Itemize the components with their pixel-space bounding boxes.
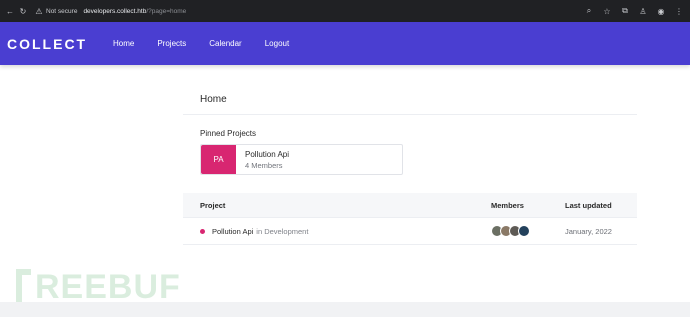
profile-icon[interactable]: ♙ (638, 6, 648, 16)
nav-logout[interactable]: Logout (265, 39, 289, 48)
back-arrow-icon[interactable]: ← (5, 6, 15, 16)
pinned-project-name: Pollution Api (245, 149, 290, 159)
nav-links: Home Projects Calendar Logout (113, 39, 312, 48)
row-members-cell (491, 225, 563, 237)
nav-projects[interactable]: Projects (157, 39, 186, 48)
status-dot (200, 228, 205, 234)
nav-home[interactable]: Home (113, 39, 134, 48)
page-title: Home (200, 94, 227, 105)
security-label: Not secure (46, 7, 78, 15)
header-project: Project (200, 200, 226, 210)
row-project-status: in Development (256, 227, 308, 236)
row-last-updated: January, 2022 (565, 226, 612, 236)
member-avatar[interactable] (518, 225, 530, 237)
zoom-icon[interactable]: ⌕ (584, 6, 594, 16)
pinned-projects-heading: Pinned Projects (200, 129, 257, 138)
nav-calendar[interactable]: Calendar (209, 39, 241, 48)
row-project-name[interactable]: Pollution Api (212, 227, 253, 236)
row-project-cell: Pollution Api in Development (200, 227, 491, 236)
pinned-project-members: 4 Members (245, 160, 283, 170)
top-navbar: COLLECT Home Projects Calendar Logout (0, 22, 690, 65)
header-last-updated: Last updated (565, 200, 612, 210)
header-members: Members (491, 200, 524, 210)
url-domain: developers.collect.htb (83, 7, 147, 15)
url-path: /?page=home (146, 7, 187, 15)
status-value: Development (264, 226, 309, 236)
warning-icon: ⚠ (35, 6, 43, 16)
watermark-mark (16, 268, 31, 307)
account-icon[interactable]: ◉ (656, 6, 666, 16)
menu-icon[interactable]: ⋮ (674, 6, 684, 16)
pinned-project-card[interactable]: PA Pollution Api 4 Members (200, 144, 403, 175)
address-bar[interactable]: ⚠ Not secure developers.collect.htb/?pag… (34, 6, 186, 16)
footer-strip (0, 302, 690, 317)
title-divider (183, 114, 637, 115)
main-content: Home Pinned Projects PA Pollution Api 4 … (183, 65, 637, 245)
extensions-icon[interactable]: ⧉ (620, 6, 630, 16)
reload-icon[interactable]: ↻ (18, 6, 28, 16)
projects-table: Project Members Last updated Pollution A… (183, 193, 637, 245)
status-prefix: in (256, 226, 263, 236)
star-icon[interactable]: ☆ (602, 6, 612, 16)
table-header: Project Members Last updated (183, 193, 637, 218)
table-row[interactable]: Pollution Api in Development January, 20… (183, 218, 637, 245)
brand-logo[interactable]: COLLECT (7, 36, 113, 52)
browser-toolbar: ← ↻ ⚠ Not secure developers.collect.htb /… (0, 0, 690, 22)
project-initials-badge: PA (201, 145, 236, 174)
pinned-project-info: Pollution Api 4 Members (245, 145, 289, 174)
